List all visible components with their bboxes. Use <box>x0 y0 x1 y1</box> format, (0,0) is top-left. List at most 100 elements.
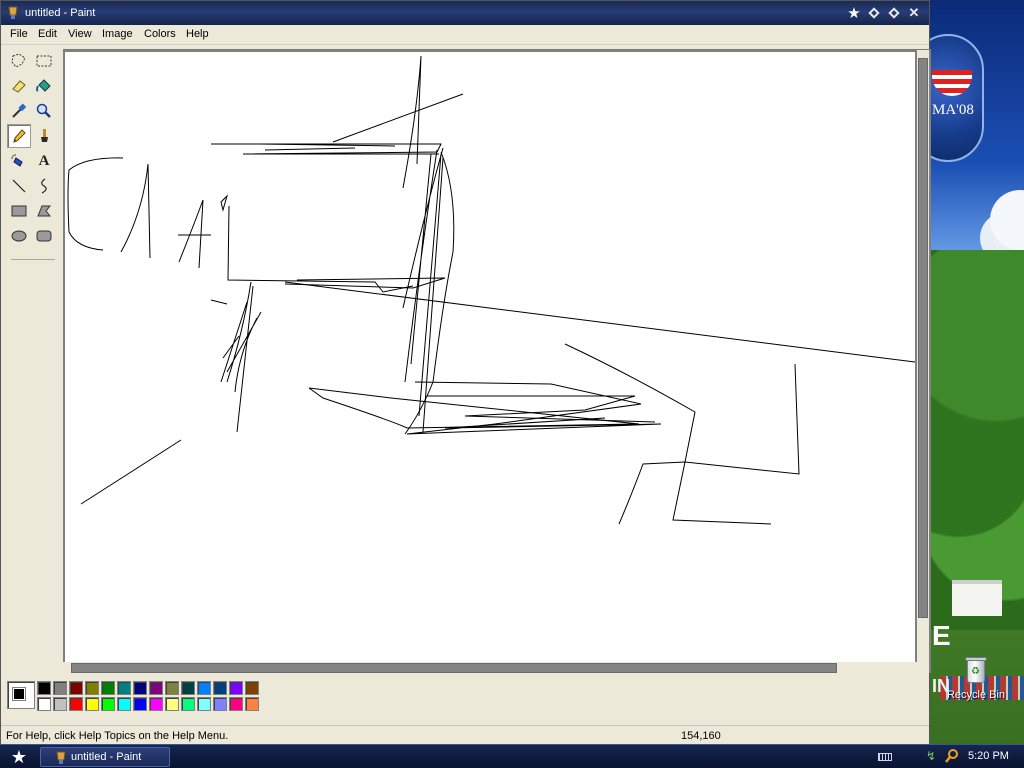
vertical-scroll-thumb[interactable] <box>918 58 928 618</box>
tool-free-form-select[interactable] <box>7 49 31 73</box>
tool-curve[interactable] <box>32 174 56 198</box>
minimize-icon <box>868 7 880 19</box>
color-swatch[interactable] <box>165 681 179 695</box>
tool-options-box[interactable] <box>11 259 55 260</box>
logo-stripes <box>932 70 972 96</box>
line-icon <box>12 179 26 193</box>
menu-view[interactable]: View <box>68 28 92 40</box>
color-swatch[interactable] <box>181 681 195 695</box>
taskbar-button-label: untitled - Paint <box>71 751 142 763</box>
tool-polygon[interactable] <box>32 199 56 223</box>
color-swatch[interactable] <box>149 681 163 695</box>
wallpaper-cloud <box>990 190 1024 250</box>
pencil-icon <box>13 129 26 143</box>
color-swatch[interactable] <box>149 697 163 711</box>
taskbar-button-paint[interactable]: untitled - Paint <box>40 747 170 767</box>
tool-rounded-rectangle[interactable] <box>32 224 56 248</box>
tool-select[interactable] <box>32 49 56 73</box>
canvas-drawing <box>67 55 916 525</box>
color-swatch[interactable] <box>85 697 99 711</box>
tool-pick-color[interactable] <box>7 99 31 123</box>
fill-bucket-icon <box>36 79 51 92</box>
color-swatch[interactable] <box>165 697 179 711</box>
color-swatch[interactable] <box>213 681 227 695</box>
tool-eraser[interactable] <box>7 74 31 98</box>
minimize-button[interactable] <box>865 4 883 22</box>
vertical-scrollbar[interactable] <box>917 50 929 662</box>
polygon-icon <box>37 205 52 217</box>
rect-select-icon <box>36 55 52 67</box>
horizontal-scroll-thumb[interactable] <box>71 663 837 673</box>
color-swatch[interactable] <box>245 681 259 695</box>
color-swatch[interactable] <box>69 697 83 711</box>
tool-pencil[interactable] <box>7 124 31 148</box>
start-button[interactable]: ★ <box>4 747 34 767</box>
menu-colors[interactable]: Colors <box>144 28 176 40</box>
menu-image[interactable]: Image <box>102 28 133 40</box>
color-swatch[interactable] <box>229 697 243 711</box>
color-swatch[interactable] <box>53 681 67 695</box>
tool-airbrush[interactable] <box>7 149 31 173</box>
tool-line[interactable] <box>7 174 31 198</box>
tray-clock[interactable]: 5:20 PM <box>968 750 1009 762</box>
tool-fill-with-color[interactable] <box>32 74 56 98</box>
paint-icon <box>56 751 66 764</box>
eraser-icon <box>12 80 26 93</box>
tool-ellipse[interactable] <box>7 224 31 248</box>
tool-text[interactable]: A <box>32 149 56 173</box>
color-swatch[interactable] <box>53 697 67 711</box>
tool-brush[interactable] <box>32 124 56 148</box>
menu-help[interactable]: Help <box>186 28 209 40</box>
text-icon: A <box>38 152 50 169</box>
color-swatch[interactable] <box>85 681 99 695</box>
network-icon[interactable]: ↯ <box>926 749 940 763</box>
tool-rectangle[interactable] <box>7 199 31 223</box>
paint-icon <box>8 6 18 19</box>
status-cursor-coords: 154,160 <box>681 730 721 742</box>
rectangle-icon <box>11 205 27 217</box>
color-swatch[interactable] <box>133 681 147 695</box>
maximize-button[interactable] <box>885 4 903 22</box>
close-button[interactable]: ✕ <box>905 4 923 22</box>
color-swatch[interactable] <box>229 681 243 695</box>
desktop-icon-recycle-bin[interactable]: ♻ Recycle Bin <box>940 655 1012 701</box>
tool-magnifier[interactable] <box>32 99 56 123</box>
menu-file[interactable]: File <box>10 28 28 40</box>
color-swatch[interactable] <box>197 697 211 711</box>
recycle-bin-icon: ♻ <box>962 655 990 687</box>
title-bar[interactable]: untitled - Paint ★ ✕ <box>1 1 929 25</box>
color-swatch[interactable] <box>197 681 211 695</box>
color-swatch[interactable] <box>37 681 51 695</box>
color-swatch[interactable] <box>37 697 51 711</box>
drawing-canvas[interactable] <box>65 52 916 662</box>
freeform-select-icon <box>11 53 26 68</box>
scrollbar-corner <box>917 662 929 674</box>
color-swatch[interactable] <box>213 697 227 711</box>
wallpaper-trees <box>930 250 1024 630</box>
menu-bar: File Edit View Image Colors Help <box>1 25 929 45</box>
color-swatch[interactable] <box>245 697 259 711</box>
star-icon[interactable]: ★ <box>845 4 863 22</box>
color-swatch[interactable] <box>101 681 115 695</box>
color-swatch[interactable] <box>133 697 147 711</box>
color-swatch[interactable] <box>181 697 195 711</box>
color-swatch[interactable] <box>117 697 131 711</box>
color-box <box>5 679 265 713</box>
color-swatch[interactable] <box>101 697 115 711</box>
color-swatch[interactable] <box>117 681 131 695</box>
airbrush-icon <box>11 154 23 167</box>
keyboard-icon[interactable] <box>878 753 892 761</box>
tool-box: A <box>5 49 59 669</box>
wallpaper-house <box>952 580 1002 616</box>
foreground-color <box>12 687 26 701</box>
magnifier-icon <box>36 103 51 118</box>
menu-edit[interactable]: Edit <box>38 28 57 40</box>
taskbar: ★ untitled - Paint ↯ 5:20 PM <box>0 744 1024 768</box>
wallpaper-logo-text: MA'08 <box>932 102 974 118</box>
window-title: untitled - Paint <box>25 7 96 19</box>
color-swatch[interactable] <box>69 681 83 695</box>
search-icon[interactable] <box>944 748 960 764</box>
ellipse-icon <box>11 230 27 242</box>
canvas-area <box>63 49 931 674</box>
horizontal-scrollbar[interactable] <box>63 662 917 674</box>
